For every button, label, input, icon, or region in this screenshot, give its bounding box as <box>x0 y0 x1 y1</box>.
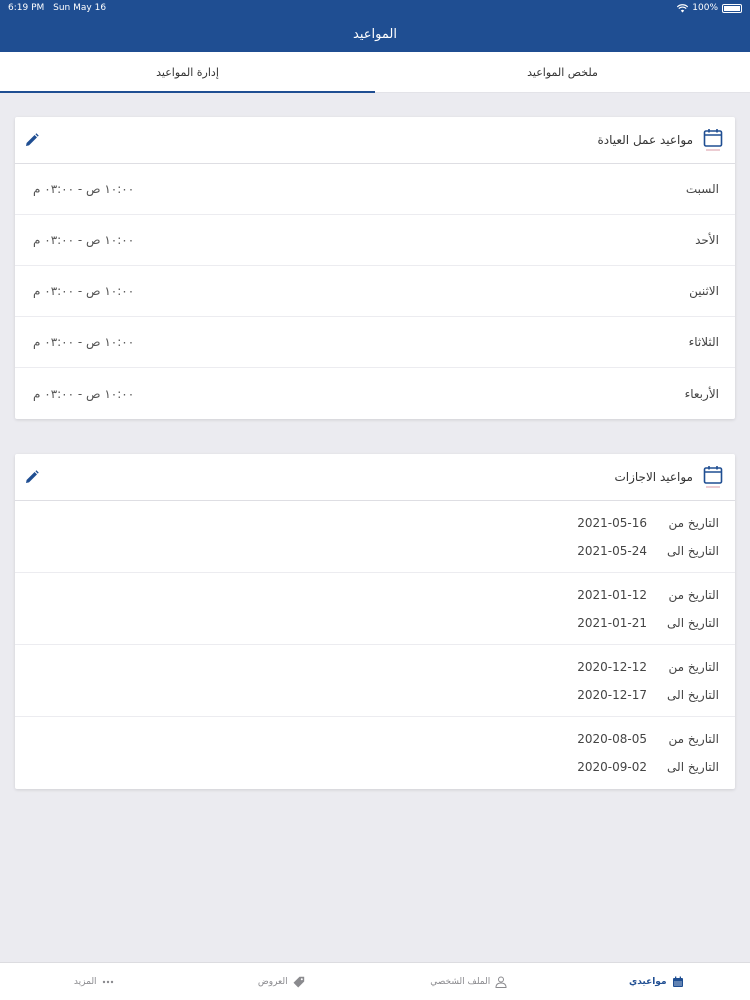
tag-icon <box>293 976 304 987</box>
bottom-tab-profile[interactable]: الملف الشخصي <box>375 963 563 1000</box>
to-date: 2021-05-24 <box>577 544 647 558</box>
bottom-tab-label: مواعيدي <box>628 976 667 987</box>
status-date: Sun May 16 <box>53 3 107 13</box>
day-row: الأحد ١٠:٠٠ ص - ٠٣:٠٠ م <box>15 215 735 266</box>
vacation-item: التاريخ من 2020-08-05 التاريخ الى 2020-09-… <box>15 717 735 789</box>
day-name: الأربعاء <box>684 386 719 401</box>
person-icon <box>495 976 507 988</box>
vacation-item: التاريخ من 2021-01-12 التاريخ الى 2021-01-… <box>15 573 735 645</box>
page-title: المواعيد <box>353 26 397 42</box>
status-time: 6:19 PM <box>8 3 45 13</box>
calendar-icon <box>703 466 723 488</box>
from-date: 2021-05-16 <box>577 516 647 530</box>
tab-manage[interactable]: إدارة المواعيد <box>0 52 375 93</box>
to-label: التاريخ الى <box>667 544 719 558</box>
day-row: الثلاثاء ١٠:٠٠ ص - ٠٣:٠٠ م <box>15 317 735 368</box>
tab-summary[interactable]: ملخص المواعيد <box>375 52 750 92</box>
battery-icon <box>722 3 742 13</box>
edit-pencil-icon[interactable] <box>25 133 39 147</box>
from-label: التاريخ من <box>668 516 719 530</box>
work-hours-header: مواعيد عمل العيادة <box>15 117 735 164</box>
day-time: ١٠:٠٠ ص - ٠٣:٠٠ م <box>33 233 135 247</box>
work-hours-card: مواعيد عمل العيادة السبت ١٠:٠٠ ص - ٠٣:٠٠… <box>15 117 735 419</box>
day-row: الاثنين ١٠:٠٠ ص - ٠٣:٠٠ م <box>15 266 735 317</box>
vacations-title: مواعيد الاجازات <box>614 470 693 484</box>
more-icon <box>102 980 113 983</box>
to-date: 2021-01-21 <box>577 616 647 630</box>
day-row: السبت ١٠:٠٠ ص - ٠٣:٠٠ م <box>15 164 735 215</box>
day-time: ١٠:٠٠ ص - ٠٣:٠٠ م <box>33 386 135 401</box>
status-bar: 6:19 PM Sun May 16 100% <box>0 0 750 16</box>
from-date: 2020-08-05 <box>577 732 647 746</box>
from-label: التاريخ من <box>668 732 719 746</box>
tab-summary-label: ملخص المواعيد <box>527 65 598 79</box>
work-hours-title: مواعيد عمل العيادة <box>597 133 693 147</box>
vacation-item: التاريخ من 2020-12-12 التاريخ الى 2020-12-… <box>15 645 735 717</box>
day-row: الأربعاء ١٠:٠٠ ص - ٠٣:٠٠ م <box>15 368 735 419</box>
calendar-icon <box>672 976 683 987</box>
tab-bar: ملخص المواعيد إدارة المواعيد <box>0 52 750 93</box>
to-label: التاريخ الى <box>667 616 719 630</box>
status-right: 100% <box>677 3 742 13</box>
tab-manage-label: إدارة المواعيد <box>156 65 219 79</box>
from-label: التاريخ من <box>668 660 719 674</box>
day-name: الثلاثاء <box>688 335 719 349</box>
vacations-card: مواعيد الاجازات التاريخ من 2021-05-16 الت… <box>15 454 735 789</box>
status-left: 6:19 PM Sun May 16 <box>8 3 112 13</box>
from-label: التاريخ من <box>668 588 719 602</box>
bottom-tab-label: المزيد <box>73 976 97 987</box>
day-name: السبت <box>685 182 719 196</box>
to-date: 2020-09-02 <box>577 760 647 774</box>
calendar-icon <box>703 129 723 151</box>
day-time: ١٠:٠٠ ص - ٠٣:٠٠ م <box>33 335 135 349</box>
bottom-tab-label: العروض <box>257 976 288 987</box>
wifi-icon <box>677 3 689 12</box>
day-name: الاثنين <box>689 284 719 298</box>
bottom-tab-bar: مواعيدي الملف الشخصي العروض المزيد <box>0 962 750 1000</box>
bottom-tab-appointments[interactable]: مواعيدي <box>563 963 750 1000</box>
to-date: 2020-12-17 <box>577 688 647 702</box>
vacations-header: مواعيد الاجازات <box>15 454 735 501</box>
day-time: ١٠:٠٠ ص - ٠٣:٠٠ م <box>33 284 135 298</box>
bottom-tab-label: الملف الشخصي <box>430 976 491 987</box>
from-date: 2021-01-12 <box>577 588 647 602</box>
nav-bar: المواعيد <box>0 16 750 52</box>
battery-percent: 100% <box>692 3 718 13</box>
bottom-tab-more[interactable]: المزيد <box>0 963 188 1000</box>
from-date: 2020-12-12 <box>577 660 647 674</box>
to-label: التاريخ الى <box>667 760 719 774</box>
bottom-tab-offers[interactable]: العروض <box>188 963 376 1000</box>
edit-pencil-icon[interactable] <box>25 470 39 484</box>
day-name: الأحد <box>695 233 719 247</box>
day-time: ١٠:٠٠ ص - ٠٣:٠٠ م <box>33 182 135 196</box>
vacation-item: التاريخ من 2021-05-16 التاريخ الى 2021-05-… <box>15 501 735 573</box>
to-label: التاريخ الى <box>667 688 719 702</box>
